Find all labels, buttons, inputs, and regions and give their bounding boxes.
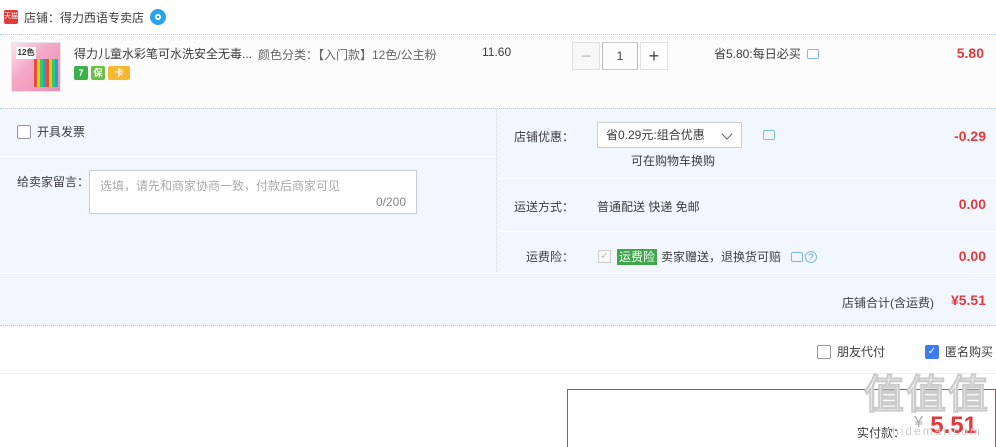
thumb-box-label: 12色 [16,47,36,59]
options-left: 开具发票 给卖家留言： 选填，请先和商家协商一致，付款后商家可见 0/200 [0,109,497,274]
friend-pay-option[interactable]: 朋友代付 [817,343,885,360]
promo-comment-icon[interactable] [806,48,819,59]
pay-options: 朋友代付 ✓ 匿名购买 [0,326,996,374]
shipping-amount: 0.00 [958,196,986,212]
friend-pay-label: 朋友代付 [837,345,886,359]
pens-image [34,59,58,87]
message-char-count: 0/200 [375,195,406,209]
order-options: 开具发票 给卖家留言： 选填，请先和商家协商一致，付款后商家可见 0/200 店… [0,108,996,274]
credit-card-icon[interactable]: 卡 [108,66,130,80]
shop-name-link[interactable]: 得力西语专卖店 [60,9,144,26]
insurance-label: 运费险： [525,250,574,264]
shop-label: 店铺： [24,10,61,25]
shop-total-row: 店铺合计(含运费) ¥5.51 [0,273,996,326]
watermark-url: zhidemai.com [883,424,982,438]
insurance-checkbox: ✓ [598,250,611,263]
tmall-icon: 天猫 [4,10,18,24]
promo-text: 省5.80:每日必买 [714,47,801,61]
insurance-amount: 0.00 [958,248,986,264]
invoice-label: 开具发票 [37,125,86,139]
product-thumbnail[interactable]: 12色 [11,42,61,92]
quantity-minus-button[interactable]: − [572,42,600,70]
shop-discount-amount: -0.29 [954,128,986,144]
quantity-input[interactable]: 1 [602,42,638,70]
item-promo: 省5.80:每日必买 [714,45,819,62]
help-icon[interactable]: ? [805,250,818,263]
unit-price: 11.60 [482,45,512,59]
invoice-checkbox[interactable] [17,124,31,139]
insurance-text: 卖家赠送，退换货可赔 [661,250,782,264]
wangwang-chat-icon[interactable] [150,9,167,25]
message-label: 给卖家留言： [17,175,90,189]
insurance-tag: 运费险 [617,248,658,265]
item-subtotal: 5.80 [956,45,984,61]
insurance-info: 运费险 卖家赠送，退换货可赔 ? [617,248,818,265]
shop-discount-select[interactable]: 省0.29元:组合优惠 [597,122,742,148]
anonymous-option[interactable]: ✓ 匿名购买 [925,343,993,360]
guarantee-icon[interactable]: 保 [91,66,105,80]
shop-header: 天猫 店铺： 得力西语专卖店 [0,0,996,34]
divider [0,156,496,157]
shop-discount-note: 可在购物车换购 [631,154,716,168]
friend-pay-checkbox[interactable] [817,344,831,359]
quantity-plus-button[interactable]: + [640,42,668,70]
anonymous-label: 匿名购买 [945,345,994,359]
chevron-down-icon [721,128,733,140]
product-title-link[interactable]: 得力儿童水彩笔可水洗安全无毒... [74,45,254,62]
watermark-logo: 值值值 [864,373,990,418]
insurance-comment-icon[interactable] [791,251,804,262]
shipping-label: 运送方式： [513,200,574,214]
divider [498,231,996,232]
message-textarea[interactable]: 选填，请先和商家协商一致，付款后商家可见 0/200 [89,170,417,214]
shop-discount-label: 店铺优惠： [513,130,574,144]
discount-comment-icon[interactable] [763,130,775,140]
invoice-option[interactable]: 开具发票 [17,123,85,140]
shipping-value: 普通配送 快递 免邮 [597,200,700,214]
shop-total-amount: ¥5.51 [950,292,986,308]
shop-total-label: 店铺合计(含运费) [842,296,934,310]
anonymous-checkbox[interactable]: ✓ [925,344,939,359]
divider [498,178,996,179]
quantity-stepper: − 1 + [572,42,668,70]
seven-day-return-icon[interactable]: 7 [74,66,88,80]
sku-info: 颜色分类：【入门款】12色/公主粉 [258,48,437,62]
message-placeholder: 选填，请先和商家协商一致，付款后商家可见 [100,179,341,193]
service-icons: 7 保 卡 [74,66,130,80]
order-item-row: 12色 得力儿童水彩笔可水洗安全无毒... 7 保 卡 颜色分类：【入门款】12… [0,34,996,108]
shop-discount-selected: 省0.29元:组合优惠 [606,128,705,142]
